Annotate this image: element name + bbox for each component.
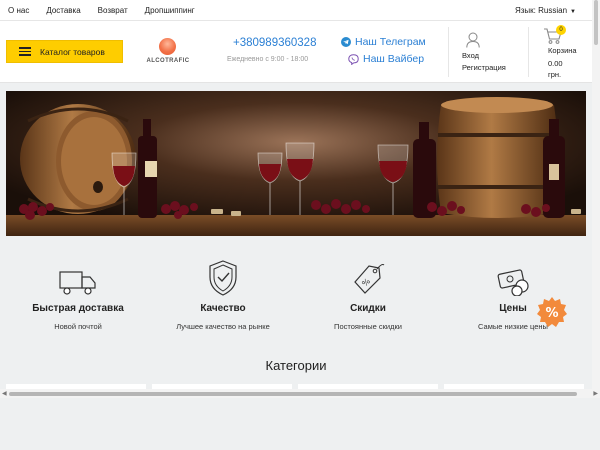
scroll-right-icon[interactable]: ▶ bbox=[593, 390, 598, 397]
feature-title: Скидки bbox=[350, 303, 386, 314]
page: О нас Доставка Возврат Дропшиппинг Язык:… bbox=[0, 0, 600, 450]
cart-amount: 0.00 bbox=[548, 59, 563, 68]
feature-subtitle: Новой почтой bbox=[54, 322, 102, 331]
vertical-scroll-thumb[interactable] bbox=[594, 0, 598, 45]
divider bbox=[448, 27, 449, 77]
login-link[interactable]: Вход bbox=[462, 51, 479, 60]
telegram-label: Наш Телеграм bbox=[355, 36, 426, 48]
phone-link[interactable]: +380989360328 bbox=[233, 37, 316, 49]
feature-delivery: Быстрая доставка Новой почтой bbox=[3, 258, 153, 331]
feature-discounts: % Скидки Постоянные скидки bbox=[293, 258, 443, 331]
caret-down-icon: ▼ bbox=[570, 9, 576, 15]
menu-icon bbox=[19, 47, 31, 56]
telegram-icon bbox=[341, 37, 351, 47]
top-nav-dropshipping-link[interactable]: Дропшиппинг bbox=[145, 6, 195, 15]
viber-link[interactable]: Наш Вайбер bbox=[348, 53, 424, 65]
top-nav-delivery-link[interactable]: Доставка bbox=[46, 6, 80, 15]
cart-currency: грн. bbox=[548, 70, 562, 79]
working-hours: Ежедневно с 9:00 - 18:00 bbox=[227, 56, 309, 63]
divider bbox=[528, 27, 529, 77]
horizontal-scroll-thumb[interactable] bbox=[9, 392, 577, 396]
viber-icon bbox=[348, 53, 359, 65]
catalog-button[interactable]: Каталог товаров bbox=[6, 40, 123, 63]
cart-count-badge: 0 bbox=[556, 25, 566, 35]
top-bar: О нас Доставка Возврат Дропшиппинг Язык:… bbox=[0, 0, 592, 21]
logo-text: ALCOTRAFIC bbox=[146, 58, 190, 64]
categories-heading: Категории bbox=[265, 358, 327, 373]
scroll-left-icon[interactable]: ◀ bbox=[2, 390, 7, 397]
language-value: Russian bbox=[538, 6, 568, 15]
horizontal-scrollbar[interactable]: ◀ ▶ bbox=[0, 389, 600, 398]
feature-subtitle: Постоянные скидки bbox=[334, 322, 402, 331]
vertical-scrollbar[interactable] bbox=[592, 0, 600, 396]
site-logo[interactable]: ALCOTRAFIC bbox=[140, 38, 196, 68]
hero-banner[interactable] bbox=[6, 91, 586, 236]
cart-total: 0.00 грн. bbox=[548, 58, 588, 80]
feature-subtitle: Лучшее качество на рынке bbox=[176, 322, 270, 331]
quality-shield-icon bbox=[209, 260, 237, 296]
language-selector[interactable]: Язык: Russian ▼ bbox=[515, 6, 576, 15]
viber-label: Наш Вайбер bbox=[363, 53, 425, 65]
delivery-truck-icon bbox=[59, 271, 96, 295]
svg-text:%: % bbox=[545, 306, 558, 321]
logo-icon bbox=[159, 38, 176, 55]
money-coins-icon bbox=[497, 269, 529, 296]
top-nav-return-link[interactable]: Возврат bbox=[98, 6, 128, 15]
language-label: Язык: bbox=[514, 6, 536, 15]
feature-title: Быстрая доставка bbox=[32, 303, 124, 314]
top-nav: О нас Доставка Возврат Дропшиппинг bbox=[8, 6, 195, 15]
feature-title: Качество bbox=[200, 303, 246, 314]
feature-quality: Качество Лучшее качество на рынке bbox=[148, 258, 298, 331]
header: Каталог товаров ALCOTRAFIC +380989360328… bbox=[0, 21, 592, 83]
features-row: Быстрая доставка Новой почтой Качество Л… bbox=[0, 258, 592, 338]
wine-banner-image bbox=[6, 91, 586, 236]
discount-badge-icon[interactable]: % bbox=[537, 297, 567, 327]
discount-tag-icon: % bbox=[354, 264, 385, 294]
catalog-button-label: Каталог товаров bbox=[40, 46, 105, 57]
user-icon bbox=[466, 32, 480, 48]
svg-text:%: % bbox=[360, 276, 372, 288]
register-link[interactable]: Регистрация bbox=[462, 63, 506, 72]
cart-label: Корзина bbox=[548, 46, 577, 55]
top-nav-about-link[interactable]: О нас bbox=[8, 6, 29, 15]
telegram-link[interactable]: Наш Телеграм bbox=[341, 36, 426, 48]
